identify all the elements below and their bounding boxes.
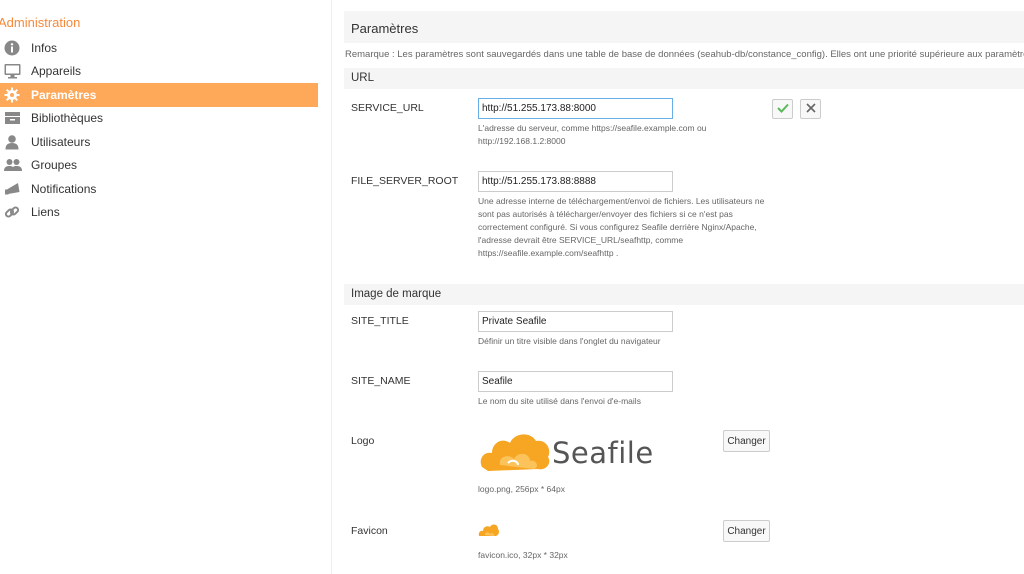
sidebar-item-liens[interactable]: Liens (0, 201, 318, 225)
link-icon (0, 204, 31, 220)
settings-note: Remarque : Les paramètres sont sauvegard… (345, 49, 1024, 60)
setting-field: Définir un titre visible dans l'onglet d… (478, 311, 770, 348)
sidebar-item-label: Liens (31, 205, 60, 220)
setting-row-file-server-root: FILE_SERVER_ROOT Une adresse interne de … (344, 161, 1024, 284)
user-icon (0, 134, 31, 150)
gear-icon (0, 87, 31, 103)
setting-help: Le nom du site utilisé dans l'envoi d'e-… (478, 396, 641, 406)
check-icon (776, 100, 789, 118)
setting-key: Favicon (351, 525, 388, 537)
setting-row-service-url: SERVICE_URL L'adresse du serveur, comme … (344, 89, 1024, 161)
sidebar-item-label: Utilisateurs (31, 134, 91, 149)
sidebar-item-utilisateurs[interactable]: Utilisateurs (0, 130, 318, 154)
change-logo-button[interactable]: Changer (723, 430, 770, 452)
logo-wordmark: Seafile (552, 436, 654, 470)
confirm-button[interactable] (772, 99, 793, 119)
setting-field: Le nom du site utilisé dans l'envoi d'e-… (478, 371, 770, 408)
group-icon (0, 157, 31, 173)
setting-help: Une adresse interne de téléchargement/en… (478, 196, 765, 258)
site-name-input[interactable] (478, 371, 673, 392)
setting-help: favicon.ico, 32px * 32px (478, 550, 568, 560)
sidebar-item-label: Bibliothèques (31, 111, 104, 126)
setting-key: SITE_TITLE (351, 315, 409, 327)
sidebar: Administration Infos Appareils Paramètre… (0, 0, 332, 574)
page-title: Paramètres (344, 11, 1024, 43)
library-icon (0, 110, 31, 126)
info-icon (0, 40, 31, 56)
sidebar-item-bibliotheques[interactable]: Bibliothèques (0, 107, 318, 131)
setting-help: logo.png, 256px * 64px (478, 484, 565, 494)
setting-field: L'adresse du serveur, comme https://seaf… (478, 98, 770, 148)
setting-row-favicon: Favicon favicon.ico, 32px * 32px Changer (344, 515, 1024, 574)
section-heading-branding: Image de marque (344, 284, 1024, 305)
service-url-input[interactable] (478, 98, 673, 119)
setting-row-site-name: SITE_NAME Le nom du site utilisé dans l'… (344, 365, 1024, 425)
favicon-preview-icon (478, 524, 500, 536)
setting-key: SERVICE_URL (351, 102, 424, 114)
sidebar-item-label: Groupes (31, 158, 78, 173)
setting-help: Définir un titre visible dans l'onglet d… (478, 336, 661, 346)
setting-key: SITE_NAME (351, 375, 411, 387)
setting-help: L'adresse du serveur, comme https://seaf… (478, 123, 707, 146)
sidebar-item-groupes[interactable]: Groupes (0, 154, 318, 178)
close-icon (805, 100, 816, 118)
setting-row-logo: Logo Seafile logo.png, 256px * 64px Chan… (344, 425, 1024, 515)
sidebar-item-label: Infos (31, 40, 58, 55)
section-heading-url: URL (344, 68, 1024, 89)
setting-key: Logo (351, 435, 375, 447)
change-favicon-button[interactable]: Changer (723, 520, 770, 542)
megaphone-icon (0, 181, 31, 197)
setting-row-site-title: SITE_TITLE Définir un titre visible dans… (344, 305, 1024, 365)
site-title-input[interactable] (478, 311, 673, 332)
sidebar-heading: Administration (0, 15, 81, 30)
setting-field: Une adresse interne de téléchargement/en… (478, 171, 770, 260)
sidebar-nav: Infos Appareils Paramètres Bibliothèques… (0, 36, 318, 224)
sidebar-item-label: Paramètres (31, 87, 97, 102)
sidebar-item-infos[interactable]: Infos (0, 36, 318, 60)
cancel-button[interactable] (800, 99, 821, 119)
sidebar-item-label: Notifications (31, 181, 97, 196)
sidebar-item-notifications[interactable]: Notifications (0, 177, 318, 201)
file-server-root-input[interactable] (478, 171, 673, 192)
setting-key: FILE_SERVER_ROOT (351, 175, 459, 187)
sidebar-item-label: Appareils (31, 64, 82, 79)
sidebar-item-appareils[interactable]: Appareils (0, 60, 318, 84)
sidebar-item-parametres[interactable]: Paramètres (0, 83, 318, 107)
monitor-icon (0, 63, 31, 79)
settings-panel: Paramètres Remarque : Les paramètres son… (344, 11, 1024, 574)
seafile-logo-icon (480, 434, 550, 471)
